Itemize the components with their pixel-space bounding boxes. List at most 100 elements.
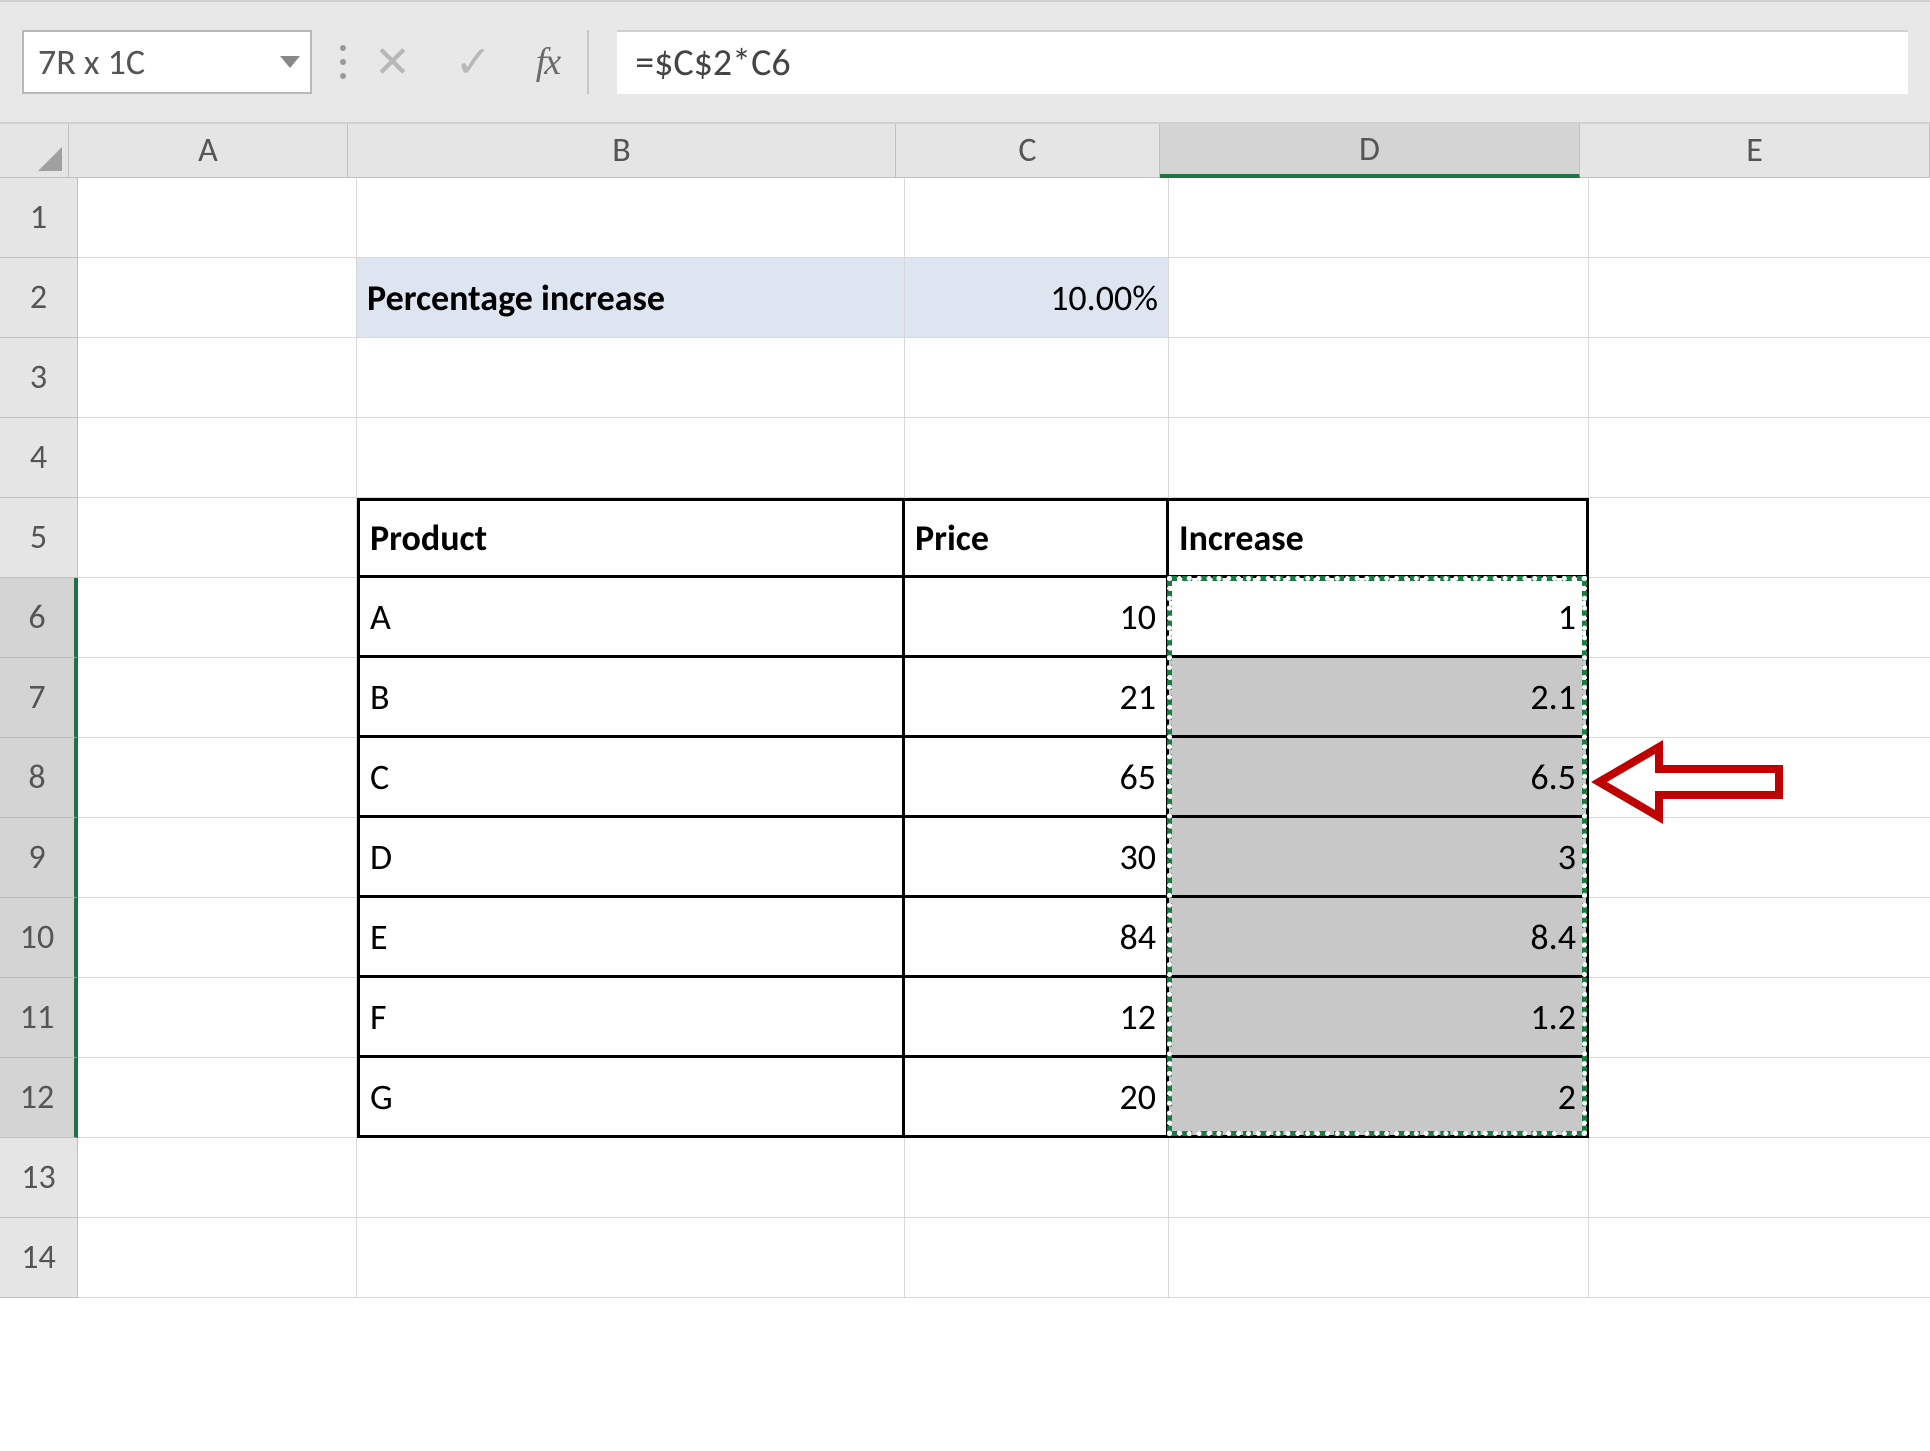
cell-B8[interactable]: C [357, 738, 905, 818]
cell-D14[interactable] [1169, 1218, 1589, 1298]
cell-B4[interactable] [357, 418, 905, 498]
name-box[interactable]: 7R x 1C [22, 30, 312, 94]
cell-E12[interactable] [1589, 1058, 1930, 1138]
cell-B7[interactable]: B [357, 658, 905, 738]
cell-A9[interactable] [78, 818, 357, 898]
column-header-B[interactable]: B [348, 124, 896, 178]
cell-A6[interactable] [78, 578, 357, 658]
cell-B12[interactable]: G [357, 1058, 905, 1138]
cell-E13[interactable] [1589, 1138, 1930, 1218]
row-header-14[interactable]: 14 [0, 1218, 78, 1298]
cell-C7[interactable]: 21 [905, 658, 1169, 738]
column-header-E[interactable]: E [1580, 124, 1930, 178]
cell-C11[interactable]: 12 [905, 978, 1169, 1058]
cell-B5[interactable]: Product [357, 498, 905, 578]
row-header-4[interactable]: 4 [0, 418, 78, 498]
cell-B13[interactable] [357, 1138, 905, 1218]
cell-D8[interactable]: 6.5 [1169, 738, 1589, 818]
cell-E1[interactable] [1589, 178, 1930, 258]
select-all-button[interactable] [0, 124, 69, 178]
cell-A3[interactable] [78, 338, 357, 418]
cell-D3[interactable] [1169, 338, 1589, 418]
cell-C10[interactable]: 84 [905, 898, 1169, 978]
cell-E6[interactable] [1589, 578, 1930, 658]
cell-A12[interactable] [78, 1058, 357, 1138]
cells-area[interactable]: Percentage increase10.00% ProductPriceInc… [78, 178, 1930, 1298]
cell-D7[interactable]: 2.1 [1169, 658, 1589, 738]
row-header-8[interactable]: 8 [0, 738, 78, 818]
cell-A2[interactable] [78, 258, 357, 338]
row-header-13[interactable]: 13 [0, 1138, 78, 1218]
cell-A1[interactable] [78, 178, 357, 258]
cell-A10[interactable] [78, 898, 357, 978]
cell-D13[interactable] [1169, 1138, 1589, 1218]
row-header-9[interactable]: 9 [0, 818, 78, 898]
cell-C13[interactable] [905, 1138, 1169, 1218]
cell-C12[interactable]: 20 [905, 1058, 1169, 1138]
cell-E3[interactable] [1589, 338, 1930, 418]
cell-E14[interactable] [1589, 1218, 1930, 1298]
cell-A8[interactable] [78, 738, 357, 818]
cell-E9[interactable] [1589, 818, 1930, 898]
cell-C5[interactable]: Price [905, 498, 1169, 578]
cell-C14[interactable] [905, 1218, 1169, 1298]
cell-A7[interactable] [78, 658, 357, 738]
row-header-2[interactable]: 2 [0, 258, 78, 338]
cell-A14[interactable] [78, 1218, 357, 1298]
cell-B6[interactable]: A [357, 578, 905, 658]
row-header-5[interactable]: 5 [0, 498, 78, 578]
cell-D12[interactable]: 2 [1169, 1058, 1589, 1138]
row-header-1[interactable]: 1 [0, 178, 78, 258]
column-header-C[interactable]: C [896, 124, 1160, 178]
cell-C9[interactable]: 30 [905, 818, 1169, 898]
row-header-11[interactable]: 11 [0, 978, 78, 1058]
row-header-3[interactable]: 3 [0, 338, 78, 418]
row-header-6[interactable]: 6 [0, 578, 78, 658]
formula-input-wrap[interactable] [617, 30, 1908, 94]
formula-input[interactable] [635, 32, 1908, 94]
column-header-D[interactable]: D [1160, 124, 1580, 178]
cell-D10[interactable]: 8.4 [1169, 898, 1589, 978]
cell-D4[interactable] [1169, 418, 1589, 498]
cell-B14[interactable] [357, 1218, 905, 1298]
cell-C8[interactable]: 65 [905, 738, 1169, 818]
cell-B2[interactable]: Percentage increase [357, 258, 905, 338]
cell-E7[interactable] [1589, 658, 1930, 738]
callout-arrow-icon [1599, 747, 1779, 817]
cell-D2[interactable] [1169, 258, 1589, 338]
formula-bar-grip [340, 45, 346, 79]
cell-D9[interactable]: 3 [1169, 818, 1589, 898]
cell-C6[interactable]: 10 [905, 578, 1169, 658]
cell-D11[interactable]: 1.2 [1169, 978, 1589, 1058]
cell-E2[interactable] [1589, 258, 1930, 338]
cell-C2[interactable]: 10.00% [905, 258, 1169, 338]
cell-B9[interactable]: D [357, 818, 905, 898]
cell-E10[interactable] [1589, 898, 1930, 978]
cell-C1[interactable] [905, 178, 1169, 258]
formula-button-group: ✕ ✓ fx [374, 35, 559, 89]
cell-A4[interactable] [78, 418, 357, 498]
cell-E5[interactable] [1589, 498, 1930, 578]
cell-D1[interactable] [1169, 178, 1589, 258]
formula-bar: 7R x 1C ✕ ✓ fx [0, 0, 1930, 124]
cell-B10[interactable]: E [357, 898, 905, 978]
column-header-A[interactable]: A [69, 124, 348, 178]
fx-icon[interactable]: fx [536, 40, 559, 84]
cell-A13[interactable] [78, 1138, 357, 1218]
cell-A11[interactable] [78, 978, 357, 1058]
cell-E11[interactable] [1589, 978, 1930, 1058]
cell-E4[interactable] [1589, 418, 1930, 498]
cell-B3[interactable] [357, 338, 905, 418]
cancel-icon: ✕ [374, 35, 411, 89]
cell-A5[interactable] [78, 498, 357, 578]
cell-B1[interactable] [357, 178, 905, 258]
cell-B11[interactable]: F [357, 978, 905, 1058]
row-header-10[interactable]: 10 [0, 898, 78, 978]
name-box-dropdown-icon[interactable] [280, 56, 300, 68]
cell-D6[interactable]: 1 [1169, 578, 1589, 658]
cell-C4[interactable] [905, 418, 1169, 498]
cell-C3[interactable] [905, 338, 1169, 418]
cell-D5[interactable]: Increase [1169, 498, 1589, 578]
row-header-12[interactable]: 12 [0, 1058, 78, 1138]
row-header-7[interactable]: 7 [0, 658, 78, 738]
